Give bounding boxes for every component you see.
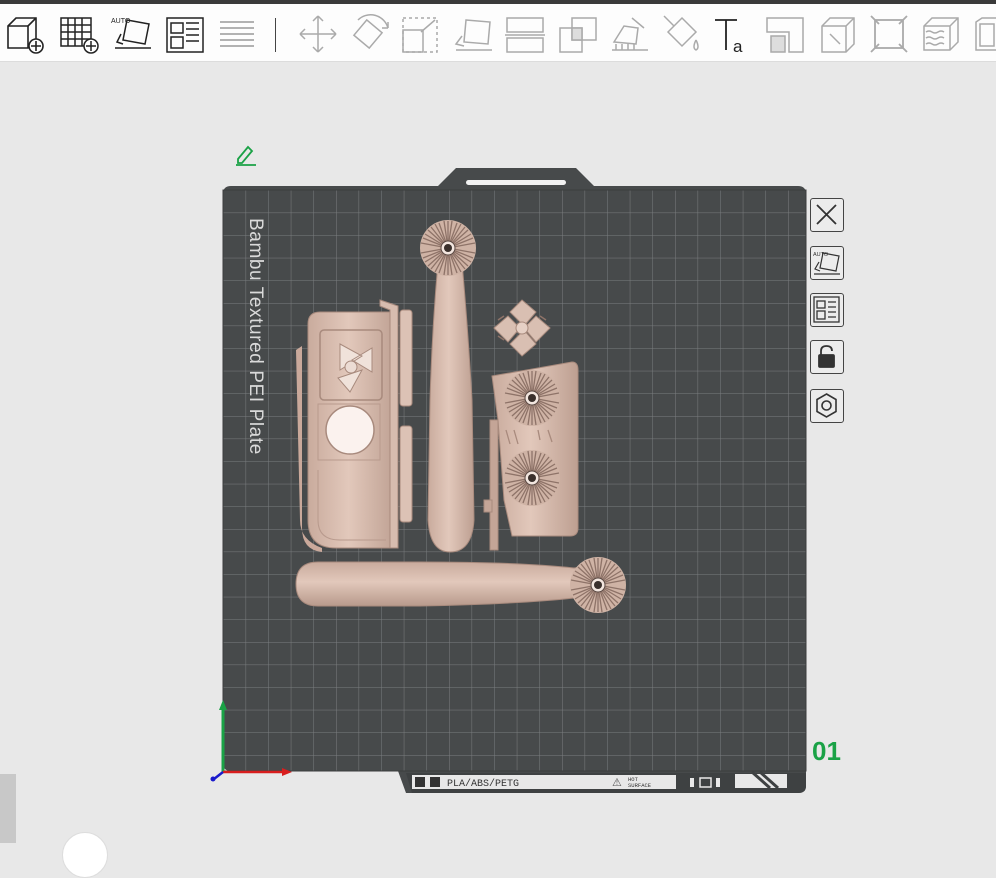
- view-toggle-button[interactable]: [62, 832, 108, 878]
- plate-settings-button[interactable]: [810, 389, 844, 423]
- svg-text:AUTO: AUTO: [813, 252, 829, 258]
- arrange-icon: [813, 296, 840, 323]
- close-icon: [816, 204, 837, 225]
- plate-number: 01: [812, 736, 841, 766]
- plate-name-label: Bambu Textured PEI Plate: [245, 218, 266, 455]
- auto-orient-icon: AUTO: [813, 252, 840, 275]
- settings-icon: [816, 393, 837, 418]
- plate-surface-label: SURFACE: [628, 782, 652, 789]
- svg-text:⚠: ⚠: [612, 777, 622, 789]
- arrange-plate-button[interactable]: [810, 293, 844, 327]
- plate-filament-label: PLA/ABS/PETG: [447, 778, 519, 790]
- lock-plate-button[interactable]: [810, 340, 844, 374]
- build-plate-viewport[interactable]: PLA/ABS/PETG ⚠ HOT SURFACE Bambu Texture…: [0, 0, 996, 843]
- sidebar-collapse-tab[interactable]: [0, 774, 16, 843]
- delete-plate-button[interactable]: [810, 198, 844, 232]
- model-rail-plate[interactable]: [483, 361, 579, 551]
- lock-icon: [818, 345, 835, 368]
- model-joycon-shell[interactable]: [296, 299, 413, 552]
- auto-orient-plate-button[interactable]: AUTO: [810, 246, 844, 280]
